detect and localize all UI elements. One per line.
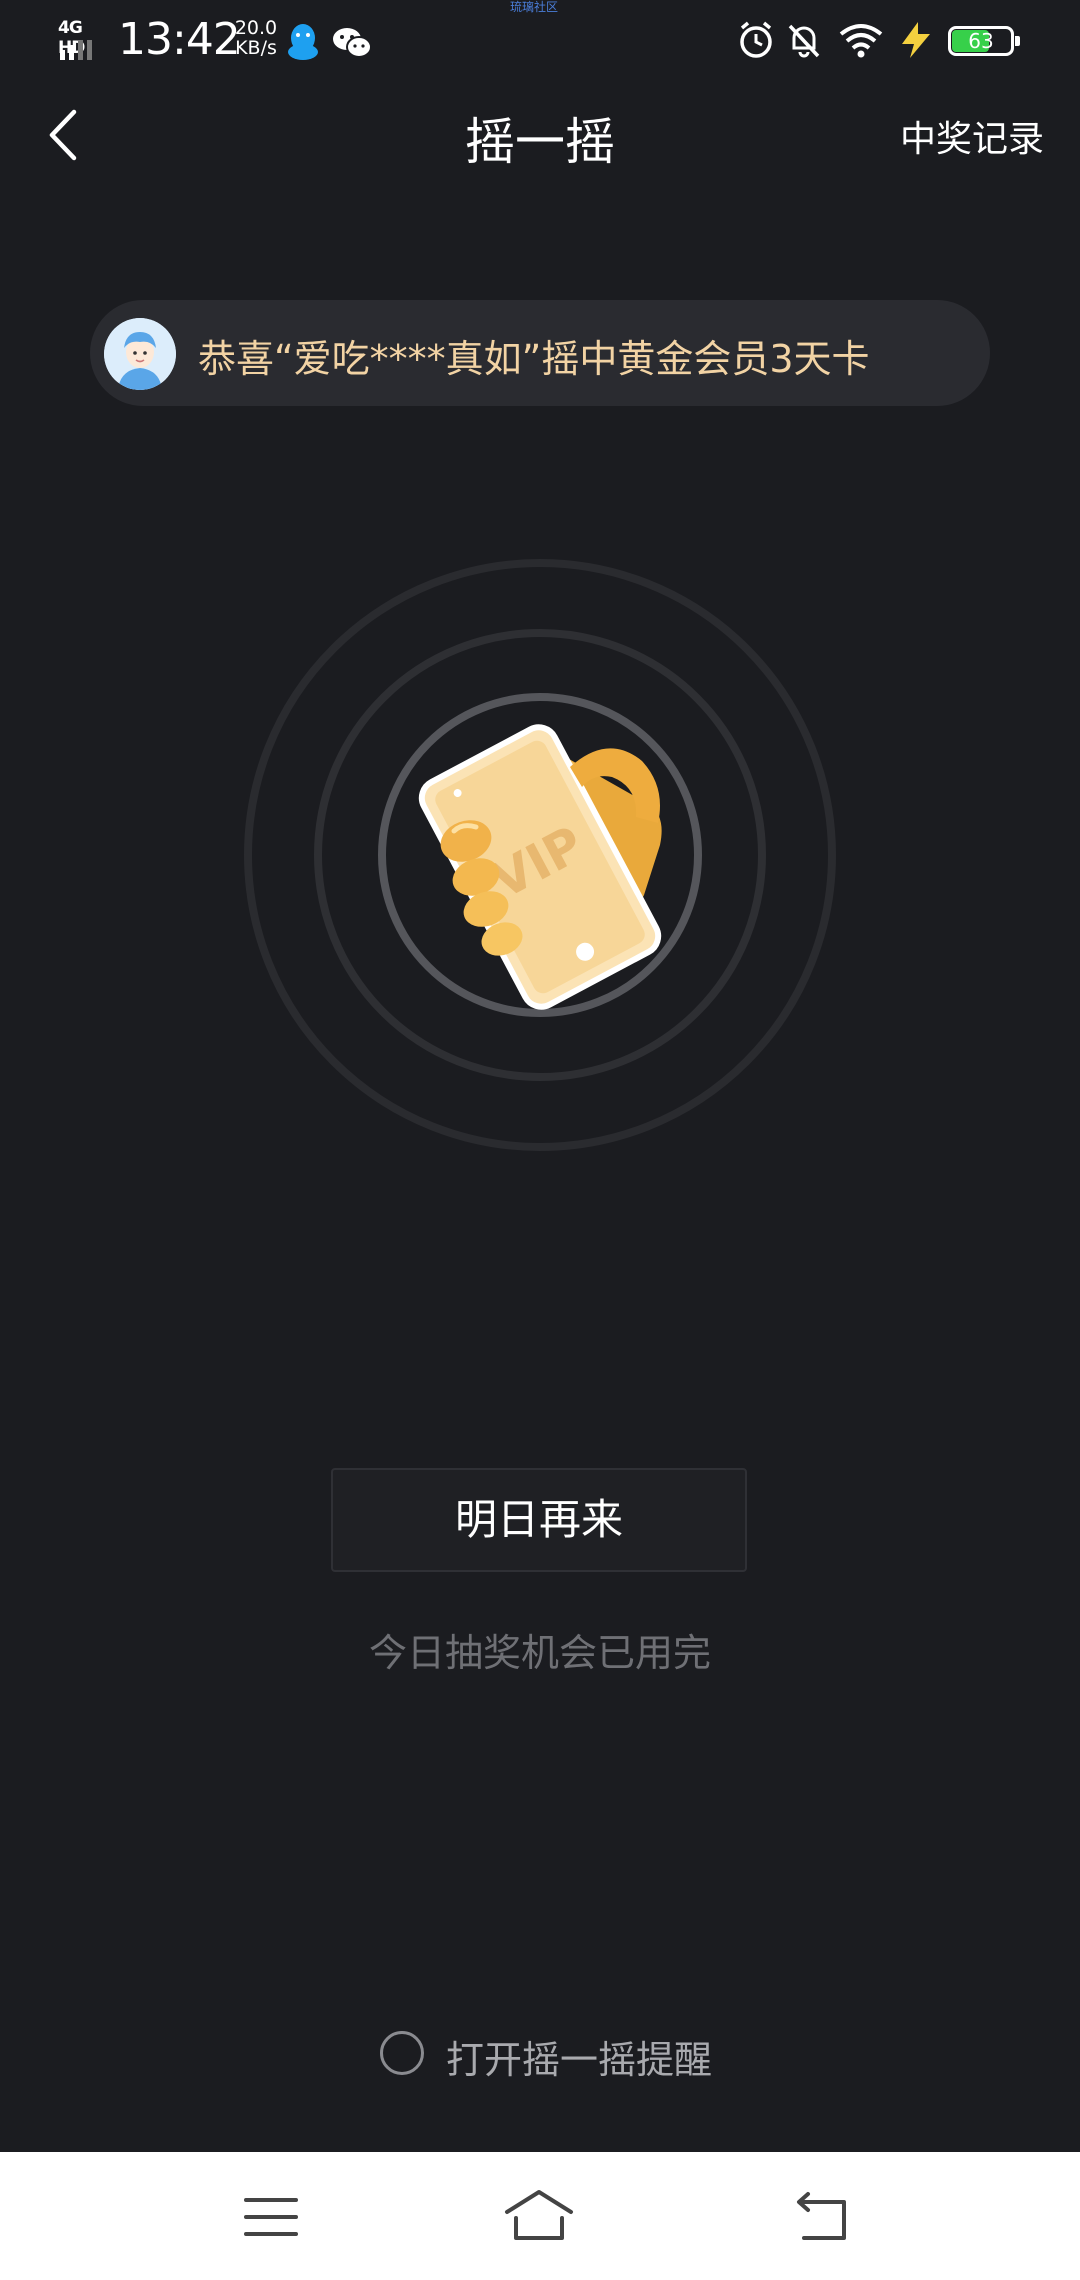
reminder-radio[interactable] <box>380 2031 424 2075</box>
shake-screen: 4G HD 13:42 20.0 KB/s 琉璃社 <box>0 0 1080 2280</box>
prize-record-link[interactable]: 中奖记录 <box>900 110 1044 162</box>
battery-level: 63 <box>968 29 994 53</box>
status-bar: 4G HD 13:42 20.0 KB/s 琉璃社 <box>0 0 1080 80</box>
reminder-label: 打开摇一摇提醒 <box>446 2038 713 2082</box>
shake-illustration[interactable]: VIP <box>240 555 840 1155</box>
user-avatar-icon <box>104 318 176 390</box>
alarm-icon <box>740 21 772 58</box>
come-tomorrow-button[interactable]: 明日再来 <box>331 1468 747 1572</box>
speed-value: 20.0 <box>234 17 278 39</box>
winner-message: 恭喜“爱吃****真如”摇中黄金会员3天卡 <box>198 337 870 381</box>
qq-icon <box>288 24 318 60</box>
vip-phone-hand-icon: VIP <box>418 724 662 1010</box>
winner-ticker: 恭喜“爱吃****真如”摇中黄金会员3天卡 <box>90 300 990 406</box>
watermark: 琉璃社区 <box>510 0 559 14</box>
mute-bell-icon <box>788 24 820 58</box>
system-nav-bar <box>0 2152 1080 2280</box>
network-speed: 20.0 KB/s <box>226 18 286 58</box>
wechat-icon <box>333 28 372 58</box>
status-time: 13:42 <box>118 14 241 65</box>
back-icon[interactable] <box>788 2182 858 2252</box>
menu-icon[interactable] <box>236 2182 306 2252</box>
speed-unit: KB/s <box>235 37 277 59</box>
battery-indicator: 63 <box>948 26 1020 56</box>
home-icon[interactable] <box>504 2182 574 2252</box>
signal-icon <box>60 40 92 60</box>
top-nav: 摇一摇 中奖记录 <box>0 80 1080 190</box>
charging-icon <box>902 22 930 58</box>
network-indicator: 4G HD <box>58 18 106 60</box>
wifi-icon <box>839 24 883 58</box>
avatar <box>104 318 176 390</box>
chances-used-up-hint: 今日抽奖机会已用完 <box>368 1631 711 1675</box>
